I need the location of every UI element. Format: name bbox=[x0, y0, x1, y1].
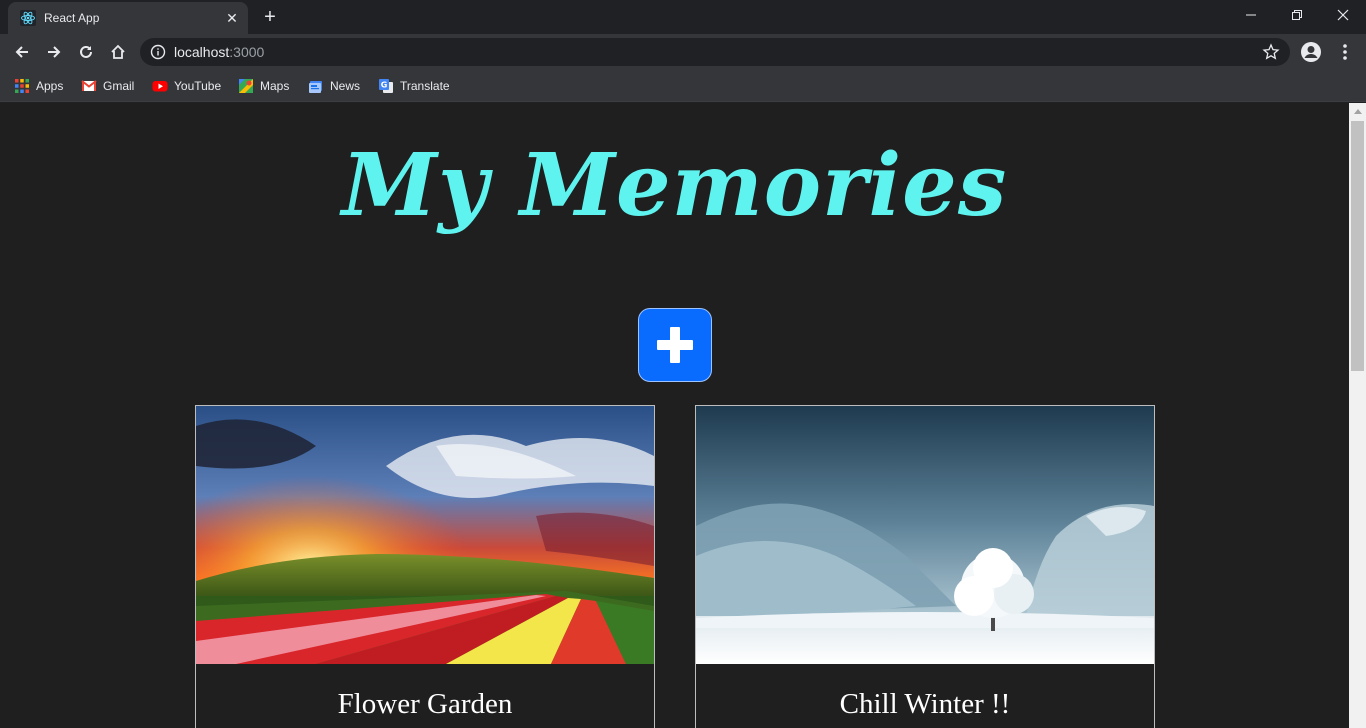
profile-icon[interactable] bbox=[1300, 41, 1322, 63]
minimize-button[interactable] bbox=[1228, 0, 1274, 30]
translate-icon: G bbox=[379, 79, 393, 93]
youtube-icon bbox=[152, 81, 168, 92]
new-tab-button[interactable]: + bbox=[258, 6, 282, 28]
bookmark-label: YouTube bbox=[174, 79, 222, 93]
react-logo-icon bbox=[20, 10, 36, 26]
bookmark-gmail[interactable]: Gmail bbox=[81, 76, 134, 96]
star-icon[interactable] bbox=[1262, 43, 1280, 61]
chevron-up-icon bbox=[1353, 109, 1362, 114]
back-button[interactable] bbox=[8, 38, 36, 66]
gmail-icon bbox=[81, 80, 97, 91]
home-icon bbox=[111, 44, 125, 59]
snowy-tree-winter-image bbox=[696, 406, 1154, 664]
reload-icon bbox=[80, 45, 92, 58]
restore-button[interactable] bbox=[1274, 0, 1320, 30]
tab-title: React App bbox=[44, 11, 100, 25]
url-text: localhost:3000 bbox=[174, 44, 264, 60]
memory-image bbox=[696, 406, 1154, 664]
browser-tab[interactable]: React App ✕ bbox=[8, 2, 248, 34]
bookmark-apps[interactable]: Apps bbox=[14, 76, 63, 96]
bookmark-label: Translate bbox=[400, 79, 450, 93]
restore-icon bbox=[1292, 10, 1302, 20]
browser-toolbar: localhost:3000 bbox=[0, 34, 1366, 70]
reload-button[interactable] bbox=[72, 38, 100, 66]
memory-title: Flower Garden bbox=[337, 688, 513, 720]
memory-title: Chill Winter !! bbox=[839, 688, 1011, 720]
apps-grid-icon bbox=[15, 79, 29, 93]
page-title: My Memories bbox=[341, 135, 1008, 236]
arrow-left-icon bbox=[15, 46, 28, 58]
add-memory-button[interactable] bbox=[638, 308, 712, 382]
bookmark-label: Maps bbox=[260, 79, 290, 93]
memory-image bbox=[196, 406, 654, 664]
close-window-button[interactable] bbox=[1320, 0, 1366, 30]
arrow-right-icon bbox=[48, 46, 61, 58]
minimize-icon bbox=[1246, 14, 1256, 16]
bookmark-youtube[interactable]: YouTube bbox=[152, 76, 221, 96]
address-bar[interactable]: localhost:3000 bbox=[140, 38, 1290, 66]
close-icon bbox=[1337, 9, 1349, 21]
memory-card[interactable]: Flower Garden bbox=[195, 405, 655, 728]
bookmark-maps[interactable]: Maps bbox=[238, 76, 289, 96]
bookmark-label: News bbox=[330, 79, 361, 93]
plus-icon bbox=[657, 327, 693, 363]
memory-card[interactable]: Chill Winter !! bbox=[695, 405, 1155, 728]
bookmark-translate[interactable]: G Translate bbox=[378, 76, 450, 96]
tab-strip: React App ✕ + bbox=[0, 0, 1366, 34]
maps-icon bbox=[239, 79, 253, 93]
flower-field-sunset-image bbox=[196, 406, 654, 664]
bookmarks-bar: Apps Gmail YouTube Maps News G Translate bbox=[0, 70, 1366, 102]
news-icon bbox=[309, 81, 322, 93]
url-host: localhost bbox=[174, 44, 230, 60]
info-icon[interactable] bbox=[150, 44, 166, 60]
tab-close-icon[interactable]: ✕ bbox=[224, 10, 240, 26]
forward-button[interactable] bbox=[40, 38, 68, 66]
more-options-icon[interactable] bbox=[1334, 41, 1356, 63]
page-scrollbar[interactable] bbox=[1349, 103, 1366, 728]
page-viewport: My Memories Flower Garden Chill Winter !… bbox=[0, 103, 1349, 728]
home-button[interactable] bbox=[104, 38, 132, 66]
url-port: :3000 bbox=[229, 44, 265, 60]
bookmark-label: Apps bbox=[36, 79, 64, 93]
scroll-thumb[interactable] bbox=[1351, 121, 1364, 371]
scroll-up-button[interactable] bbox=[1349, 103, 1366, 120]
svg-text:G: G bbox=[381, 81, 388, 90]
bookmark-news[interactable]: News bbox=[308, 76, 360, 96]
bookmark-label: Gmail bbox=[103, 79, 135, 93]
